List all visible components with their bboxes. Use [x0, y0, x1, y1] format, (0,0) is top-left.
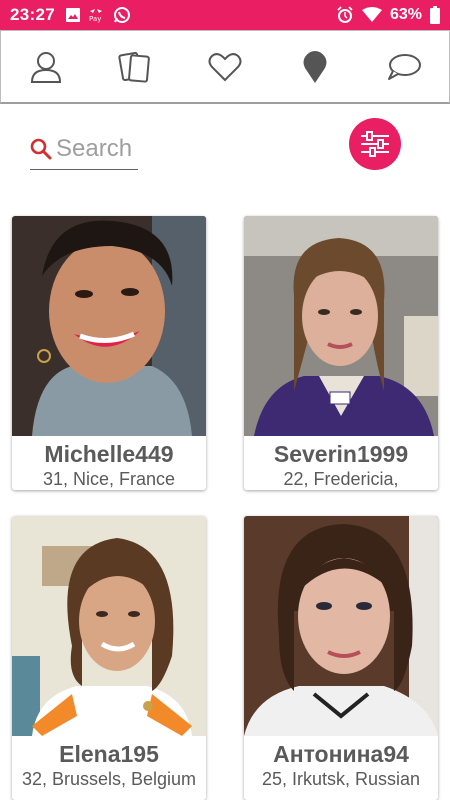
profile-photo: [244, 216, 438, 436]
battery-percent: 63%: [389, 6, 422, 23]
whatsapp-icon: [113, 6, 131, 24]
profile-info: 32, Brussels, Belgium: [21, 769, 197, 789]
svg-text:Pay: Pay: [89, 15, 101, 23]
alarm-icon: [336, 6, 354, 24]
profile-username: Severin1999: [273, 441, 409, 467]
battery-icon: [430, 6, 440, 24]
profile-username: Michelle449: [44, 441, 174, 467]
heart-icon: [208, 52, 242, 81]
filter-button[interactable]: [349, 118, 401, 170]
profile-photo: [244, 516, 438, 736]
tab-nearby[interactable]: [285, 37, 345, 97]
status-bar: 23:27 Pay 63%: [0, 0, 450, 30]
profile-username: Elena195: [59, 741, 159, 767]
profile-card[interactable]: Severin1999 22, Fredericia,: [244, 216, 438, 490]
profile-card[interactable]: Michelle449 31, Nice, France: [12, 216, 206, 490]
sliders-icon: [361, 131, 389, 157]
tab-profile[interactable]: [16, 37, 76, 97]
search-icon: [30, 138, 52, 159]
tab-likes[interactable]: [195, 37, 255, 97]
location-pin-icon: [303, 50, 327, 83]
tab-bar: [0, 30, 450, 104]
search-bar: [30, 128, 138, 170]
tab-cards[interactable]: [105, 37, 165, 97]
search-input[interactable]: [56, 134, 136, 163]
profile-info: 22, Fredericia,: [283, 469, 399, 489]
profile-info: 31, Nice, France: [42, 469, 176, 489]
chat-bubble-icon: [388, 53, 422, 80]
payapp-icon: Pay: [87, 7, 107, 23]
wifi-icon: [361, 7, 382, 23]
profile-username: Антонина94: [273, 741, 409, 767]
profile-photo: [12, 516, 206, 736]
image-icon: [65, 7, 81, 23]
profile-card[interactable]: Elena195 32, Brussels, Belgium: [12, 516, 206, 800]
cards-icon: [118, 51, 151, 83]
profile-info: 25, Irkutsk, Russian: [261, 769, 421, 789]
person-icon: [30, 51, 61, 83]
profile-card[interactable]: Антонина94 25, Irkutsk, Russian: [244, 516, 438, 800]
tab-messages[interactable]: [374, 37, 434, 97]
profile-photo: [12, 216, 206, 436]
status-time: 23:27: [10, 5, 55, 24]
notification-icons: Pay: [65, 6, 131, 24]
